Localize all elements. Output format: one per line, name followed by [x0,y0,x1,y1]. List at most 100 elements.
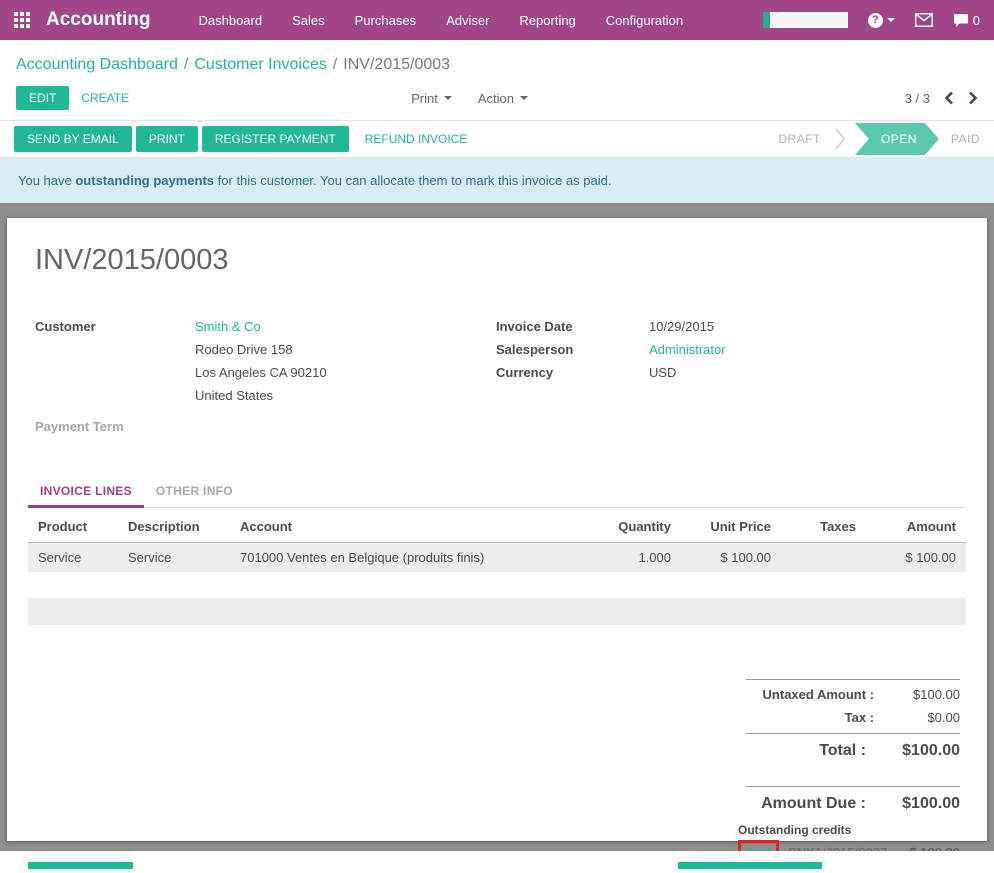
create-button[interactable]: CREATE [69,86,141,110]
invoice-lines-table: Product Description Account Quantity Uni… [28,511,966,572]
edit-button[interactable]: EDIT [16,86,69,110]
tax-label: Tax : [746,710,888,725]
apps-grid-icon[interactable] [14,12,30,28]
outstanding-payments-banner: You have outstanding payments for this c… [0,158,994,203]
totals-block: Untaxed Amount : $100.00 Tax : $0.00 Tot… [746,679,960,821]
col-product: Product [28,511,118,543]
chat-bubble-icon [953,13,969,28]
print-button[interactable]: PRINT [136,126,198,152]
banner-text-post: for this customer. You can allocate them… [214,173,611,188]
cell-taxes [781,543,866,573]
refund-invoice-button[interactable]: REFUND INVOICE [353,127,480,151]
amount-due-label: Amount Due : [746,795,880,813]
cell-quantity: 1.000 [586,543,681,573]
cell-amount: $ 100.00 [866,543,966,573]
messages-count: 0 [973,13,980,28]
menu-reporting[interactable]: Reporting [519,13,575,28]
customer-label: Customer [35,315,195,338]
menu-purchases[interactable]: Purchases [355,13,416,28]
invoice-sheet: INV/2015/0003 Customer Smith & Co Rodeo … [7,218,987,841]
payment-term-label: Payment Term [35,415,124,438]
menu-configuration[interactable]: Configuration [606,13,683,28]
breadcrumb: Accounting Dashboard / Customer Invoices / I… [16,56,978,74]
print-dropdown[interactable]: Print [411,91,452,106]
app-title: Accounting [46,9,151,31]
statusbar: SEND BY EMAIL PRINT REGISTER PAYMENT REF… [0,121,994,158]
customer-address-line: Los Angeles CA 90210 [195,361,327,384]
banner-text-bold: outstanding payments [75,173,214,188]
breadcrumb-current: INV/2015/0003 [343,56,450,73]
user-status-indicator [763,12,770,28]
col-taxes: Taxes [781,511,866,543]
customer-address-line: Rodeo Drive 158 [195,338,327,361]
user-menu[interactable] [763,12,848,28]
chevron-left-icon [944,91,954,105]
menu-sales[interactable]: Sales [292,13,325,28]
total-value: $100.00 [880,742,960,760]
cell-product: Service [28,543,118,573]
status-pipeline: DRAFT OPEN PAID [778,123,980,155]
cell-unit-price: $ 100.00 [681,543,781,573]
menu-dashboard[interactable]: Dashboard [199,13,263,28]
action-dropdown[interactable]: Action [478,91,528,106]
chevron-separator-icon [835,127,845,151]
notebook-tabs: INVOICE LINES OTHER INFO [28,478,966,508]
invoice-date-label: Invoice Date [496,315,649,338]
untaxed-amount-label: Untaxed Amount : [746,687,888,702]
outstanding-credits-label: Outstanding credits [738,823,960,837]
salesperson-label: Salesperson [496,338,649,361]
col-account: Account [230,511,586,543]
envelope-icon[interactable] [915,13,933,27]
currency-value: USD [649,361,676,384]
print-dropdown-label: Print [411,91,438,106]
tax-value: $0.00 [888,710,960,725]
state-draft[interactable]: DRAFT [778,132,821,146]
top-navbar: Accounting Dashboard Sales Purchases Adv… [0,0,994,40]
breadcrumb-accounting-dashboard[interactable]: Accounting Dashboard [16,56,178,73]
banner-text-pre: You have [18,173,75,188]
messages-menu[interactable]: 0 [953,13,980,28]
cell-description: Service [118,543,230,573]
chatter-area [0,851,994,869]
tab-other-info[interactable]: OTHER INFO [144,478,245,507]
empty-table-footer [28,598,966,625]
chevron-right-icon [968,91,978,105]
form-background: INV/2015/0003 Customer Smith & Co Rodeo … [0,203,994,851]
control-panel: Accounting Dashboard / Customer Invoices / I… [0,40,994,121]
customer-address-line: United States [195,384,327,407]
col-quantity: Quantity [586,511,681,543]
breadcrumb-separator: / [184,56,188,73]
action-dropdown-label: Action [478,91,514,106]
tab-invoice-lines[interactable]: INVOICE LINES [28,478,144,508]
chevron-down-icon [520,96,528,100]
breadcrumb-customer-invoices[interactable]: Customer Invoices [194,56,327,73]
breadcrumb-separator: / [333,56,337,73]
state-paid[interactable]: PAID [951,132,980,146]
total-label: Total : [746,742,880,760]
salesperson-link[interactable]: Administrator [649,342,726,357]
help-icon: ? [868,13,883,28]
amount-due-value: $100.00 [880,795,960,813]
customer-link[interactable]: Smith & Co [195,319,261,334]
send-by-email-button[interactable]: SEND BY EMAIL [14,126,132,152]
help-menu[interactable]: ? [868,13,895,28]
currency-label: Currency [496,361,649,384]
chevron-down-icon [444,96,452,100]
chevron-down-icon [887,18,895,22]
col-unit-price: Unit Price [681,511,781,543]
log-internal-note-button[interactable] [678,862,822,869]
table-row[interactable]: Service Service 701000 Ventes en Belgiqu… [28,543,966,573]
untaxed-amount-value: $100.00 [888,687,960,702]
navbar-menu: Dashboard Sales Purchases Adviser Report… [199,13,684,28]
send-message-button[interactable] [28,862,133,869]
menu-adviser[interactable]: Adviser [446,13,489,28]
table-header-row: Product Description Account Quantity Uni… [28,511,966,543]
state-open[interactable]: OPEN [855,123,939,155]
pager-next-button[interactable] [968,91,978,105]
cell-account: 701000 Ventes en Belgique (produits fini… [230,543,586,573]
pager-previous-button[interactable] [944,91,954,105]
pager-value: 3 / 3 [905,91,930,106]
register-payment-button[interactable]: REGISTER PAYMENT [202,126,349,152]
invoice-date-value: 10/29/2015 [649,315,714,338]
col-description: Description [118,511,230,543]
